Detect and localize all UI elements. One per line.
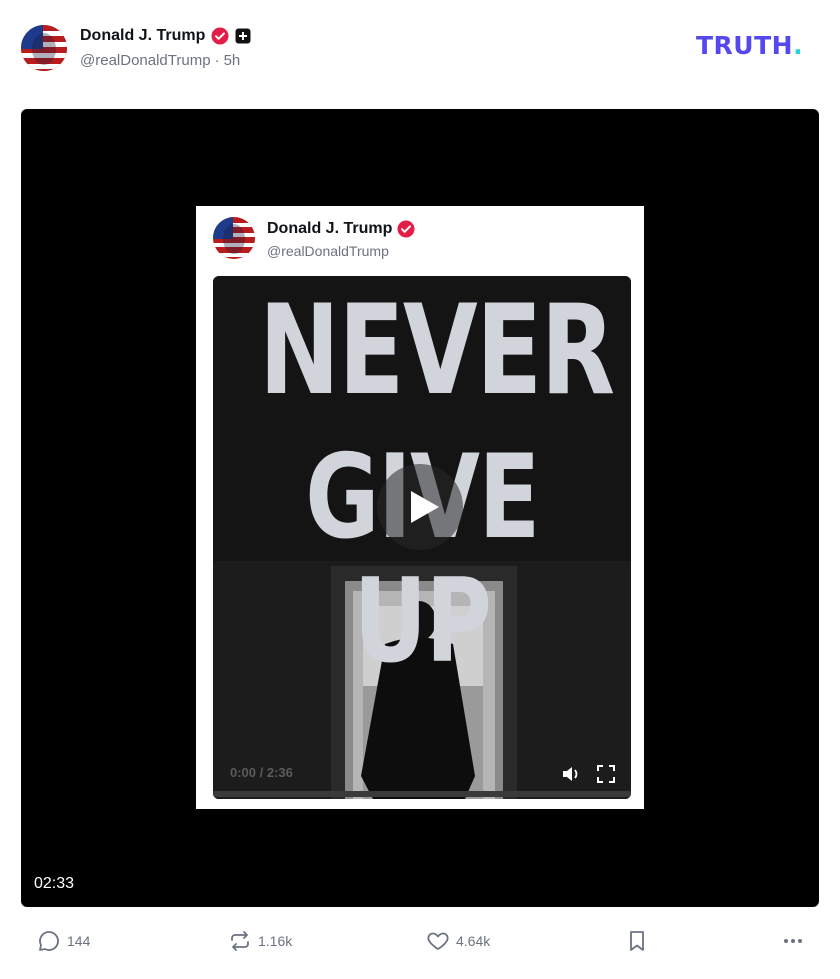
bookmark-icon	[630, 931, 644, 951]
meta-separator: ·	[214, 52, 220, 69]
embedded-author-handle: @realDonaldTrump	[267, 243, 389, 259]
more-icon	[784, 939, 802, 943]
video-player[interactable]: Donald J. Trump @realDonaldTrump NEVER G…	[21, 109, 819, 907]
embedded-verified-badge-icon	[397, 220, 415, 238]
logo-dot: .	[793, 31, 804, 60]
play-icon	[411, 491, 439, 523]
fullscreen-icon[interactable]	[596, 764, 616, 784]
video-duration: 02:33	[34, 875, 75, 892]
reply-icon	[39, 931, 59, 951]
reply-count: 144	[67, 933, 91, 949]
retruth-icon	[231, 931, 249, 951]
embedded-author-avatar	[213, 217, 255, 259]
embedded-progress-bar	[213, 791, 631, 797]
embedded-post-card: Donald J. Trump @realDonaldTrump NEVER G…	[196, 206, 644, 809]
heart-icon	[427, 932, 449, 950]
author-avatar[interactable]	[21, 25, 67, 71]
bookmark-button[interactable]	[625, 929, 655, 953]
verified-badge-icon	[211, 27, 229, 45]
truth-logo[interactable]: TRUTH.	[696, 31, 803, 60]
retruth-button[interactable]: 1.16k	[228, 929, 292, 953]
embedded-video: NEVER GIVE UP 0:00 / 2:36	[213, 276, 631, 799]
embedded-time-display: 0:00 / 2:36	[230, 765, 293, 780]
embedded-author-name: Donald J. Trump	[267, 220, 393, 237]
volume-icon[interactable]	[561, 765, 581, 783]
headline-line-1: NEVER	[258, 279, 615, 423]
play-button[interactable]	[377, 464, 463, 550]
like-count: 4.64k	[456, 933, 491, 949]
like-button[interactable]: 4.64k	[426, 929, 490, 953]
retruth-count: 1.16k	[258, 933, 293, 949]
reply-button[interactable]: 144	[37, 929, 90, 953]
post-actions: 144 1.16k 4.64k	[0, 920, 840, 965]
author-handle[interactable]: @realDonaldTrump	[80, 52, 211, 69]
post-timestamp[interactable]: 5h	[224, 52, 241, 69]
post-header: Donald J. Trump @realDonaldTrump · 5h TR…	[0, 0, 840, 100]
more-options-button[interactable]	[781, 929, 811, 953]
logo-text: TRUTH	[696, 31, 794, 60]
author-name[interactable]: Donald J. Trump	[80, 27, 205, 45]
plus-badge-icon	[235, 28, 251, 44]
